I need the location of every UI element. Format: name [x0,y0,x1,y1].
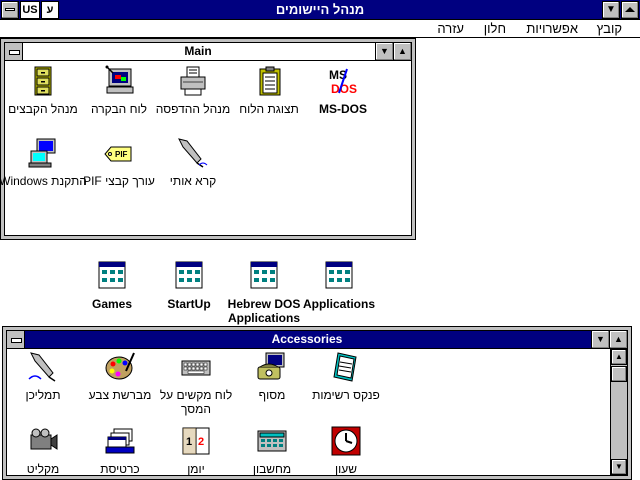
calculator-icon [257,430,287,452]
keyboard-icon [181,360,211,376]
accessories-vertical-scrollbar[interactable]: ▲ ▼ [610,349,627,475]
accessories-group-title: Accessories [271,332,343,346]
svg-text:2: 2 [198,436,204,448]
terminal-phone-icon [257,352,285,380]
notepad-label: פנקס רשימות [312,388,380,402]
clock-icon [331,426,361,456]
scroll-thumb[interactable] [611,366,627,382]
language-indicator-hebrew[interactable]: ע [41,1,59,19]
notepad-program[interactable]: פנקס רשימות [301,351,391,402]
minimize-icon: ▼ [606,4,616,15]
file-cabinet-icon [34,66,52,96]
menu-bar: קובץ אפשרויות חלון עזרה [0,20,640,38]
accessories-group-minimize-button[interactable]: ▼ [591,331,609,348]
main-group-title: Main [184,44,212,58]
control-panel-icon [105,65,134,94]
system-menu-button[interactable] [1,1,19,19]
readme-program[interactable]: קרא אותי [148,137,238,188]
scroll-down-button[interactable]: ▼ [611,459,627,475]
close-button[interactable] [621,1,639,19]
setup-icon [28,138,56,168]
minimize-button[interactable]: ▼ [602,1,620,19]
applications-group-label: Applications [302,297,375,311]
msdos-icon: MS DOS [329,68,357,96]
close-icon [625,7,635,12]
accessories-group-window[interactable]: Accessories ▼ ▲ תמליכן מברשת צבע לוח מקש… [2,326,632,480]
printer-icon [180,66,206,96]
msdos-prompt-program[interactable]: MS DOS MS-DOS [298,65,388,116]
window-title: מנהל היישומים [275,2,365,17]
program-group-icon [98,261,126,289]
accessories-group-maximize-button[interactable]: ▲ [609,331,627,348]
title-bar[interactable]: US ע מנהל היישומים ▼ [0,0,640,20]
write-pen-icon [28,352,56,382]
recorder-icon [30,428,58,450]
menu-options[interactable]: אפשרויות [526,20,578,38]
main-group-maximize-button[interactable]: ▲ [393,43,411,60]
svg-text:DOS: DOS [331,82,357,96]
system-menu-icon [5,8,15,11]
clock-label: שעון [335,462,357,476]
applications-group-icon[interactable]: Applications [294,260,384,311]
accessories-group-system-menu[interactable] [7,331,25,348]
program-group-icon [175,261,203,289]
program-group-icon [325,261,353,289]
clock-program[interactable]: שעון [301,425,391,476]
accessories-group-titlebar[interactable]: Accessories ▼ ▲ [7,331,627,349]
clipboard-icon [259,66,281,96]
menu-window[interactable]: חלון [484,20,506,38]
menu-help[interactable]: עזרה [437,20,464,38]
svg-text:1: 1 [186,436,192,448]
program-group-icon [250,261,278,289]
pif-tag-icon: PIF [104,146,132,162]
quill-pen-icon [178,138,208,168]
notepad-icon [333,352,357,382]
msdos-prompt-label: MS-DOS [319,102,367,116]
main-group-system-menu[interactable] [5,43,23,60]
cardfile-icon [105,428,135,454]
main-group-window[interactable]: Main ▼ ▲ מנהל הקבצים לוח הבקרה מנהל ההדפ… [0,38,416,240]
calendar-icon: 1 2 [182,427,210,455]
svg-text:PIF: PIF [115,150,128,159]
readme-label: קרא אותי [169,174,217,188]
paint-palette-icon [105,352,135,380]
main-group-minimize-button[interactable]: ▼ [375,43,393,60]
language-indicator-us[interactable]: US [20,1,40,19]
scroll-up-button[interactable]: ▲ [611,349,627,365]
menu-file[interactable]: קובץ [597,20,622,38]
main-group-titlebar[interactable]: Main ▼ ▲ [5,43,411,61]
